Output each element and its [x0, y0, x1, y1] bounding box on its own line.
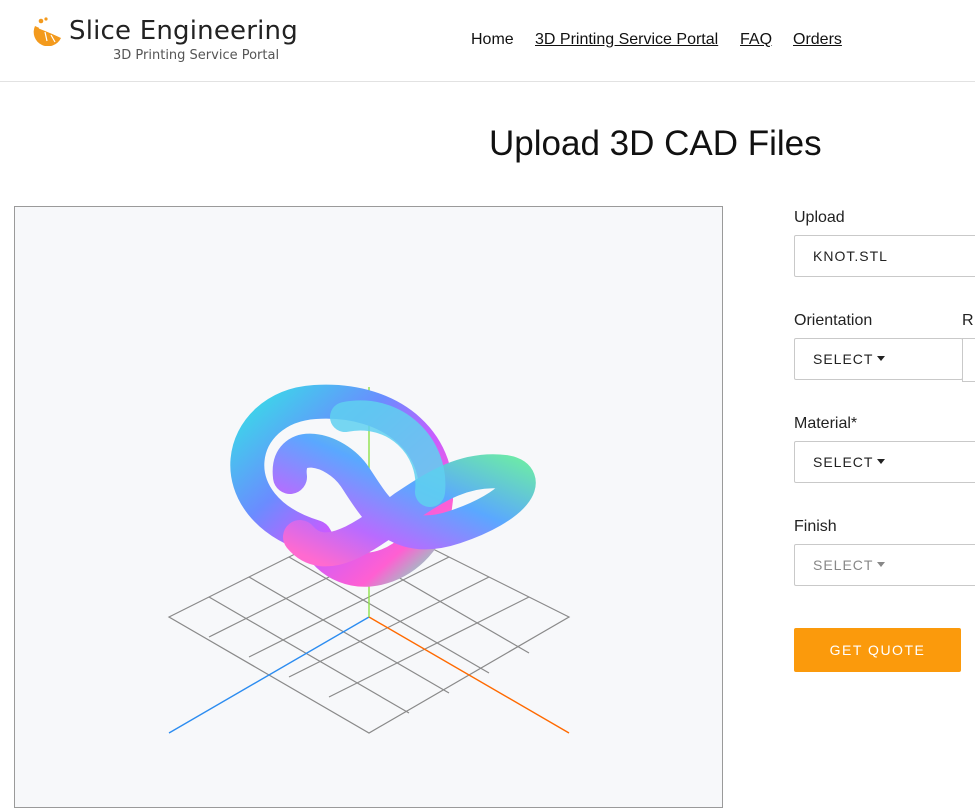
material-label: Material*	[794, 415, 858, 432]
orientation-select[interactable]: SELECT	[794, 338, 963, 380]
brand-subtitle: 3D Printing Service Portal	[113, 48, 280, 63]
material-value: SELECT	[813, 454, 874, 470]
nav-home[interactable]: Home	[471, 31, 514, 49]
finish-select[interactable]: SELECT	[794, 544, 975, 586]
nav-faq[interactable]: FAQ	[740, 31, 772, 49]
second-field-label-partial: R	[962, 312, 974, 329]
model-viewer-canvas[interactable]	[15, 207, 722, 807]
finish-value: SELECT	[813, 557, 874, 573]
page-title: Upload 3D CAD Files	[489, 124, 822, 163]
orientation-value: SELECT	[813, 351, 874, 367]
site-header: Slice Engineering 3D Printing Service Po…	[0, 0, 975, 82]
brand-logo[interactable]: Slice Engineering 3D Printing Service Po…	[33, 16, 298, 68]
second-select-partial[interactable]	[962, 338, 975, 382]
caret-down-icon	[877, 356, 886, 362]
orange-slice-icon	[33, 17, 61, 46]
brand-name: Slice Engineering	[69, 16, 298, 46]
upload-filename: KNOT.STL	[813, 248, 888, 264]
material-select[interactable]: SELECT	[794, 441, 975, 483]
get-quote-button[interactable]: GET QUOTE	[794, 628, 961, 672]
caret-down-icon	[877, 459, 886, 465]
upload-field[interactable]: KNOT.STL	[794, 235, 975, 277]
upload-label: Upload	[794, 209, 845, 226]
nav-orders[interactable]: Orders	[793, 31, 842, 49]
finish-label: Finish	[794, 518, 837, 535]
caret-down-icon	[877, 562, 886, 568]
knot-model	[230, 384, 536, 587]
nav-service-portal[interactable]: 3D Printing Service Portal	[535, 31, 718, 49]
model-viewer[interactable]	[14, 206, 723, 808]
orientation-label: Orientation	[794, 312, 873, 329]
